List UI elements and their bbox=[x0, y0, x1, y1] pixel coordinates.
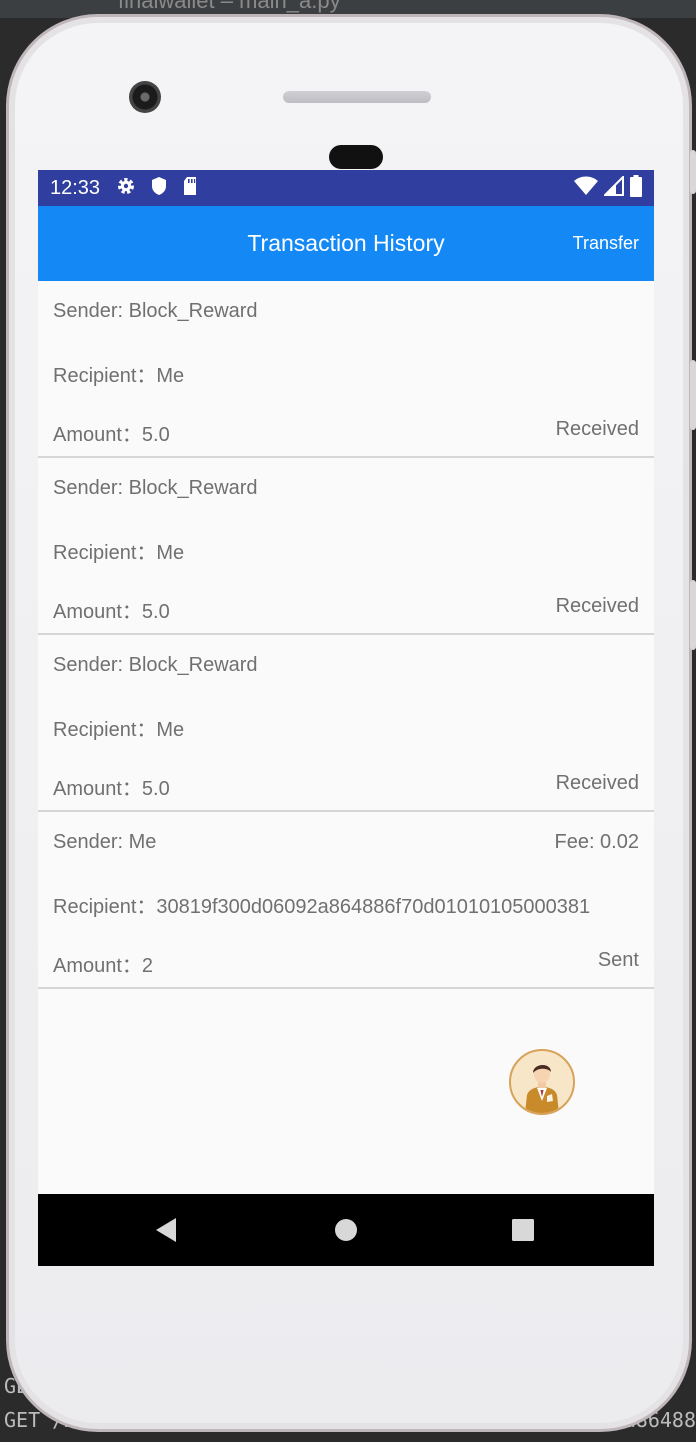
device-side-button bbox=[690, 150, 696, 194]
transaction-item[interactable]: Sender: Block_Reward Recipient：Me Amount… bbox=[38, 281, 654, 458]
transaction-item[interactable]: Sender: Me Fee: 0.02 Recipient：30819f300… bbox=[38, 812, 654, 989]
transaction-sender: Sender: Block_Reward bbox=[53, 654, 258, 676]
transaction-sender: Sender: Block_Reward bbox=[53, 477, 258, 499]
back-icon[interactable] bbox=[150, 1214, 182, 1246]
home-icon[interactable] bbox=[330, 1214, 362, 1246]
transaction-status: Received bbox=[555, 418, 639, 440]
transaction-amount: Amount：5.0 bbox=[53, 424, 170, 446]
status-time: 12:33 bbox=[50, 176, 101, 199]
transaction-amount: Amount：5.0 bbox=[53, 778, 170, 800]
transaction-recipient: Recipient：30819f300d06092a864886f70d0101… bbox=[53, 896, 591, 918]
transaction-recipient: Recipient：Me bbox=[53, 719, 185, 741]
transfer-button[interactable]: Transfer bbox=[573, 233, 639, 254]
app-bar: Transaction History Transfer bbox=[38, 206, 654, 281]
recent-apps-icon[interactable] bbox=[507, 1214, 539, 1246]
transaction-status: Sent bbox=[597, 949, 639, 971]
phone-screen: 12:33 Transaction History Transfer Sende… bbox=[38, 170, 654, 1266]
page-title: Transaction History bbox=[247, 230, 445, 256]
transaction-fee: Fee: 0.02 bbox=[554, 831, 639, 853]
user-avatar-icon bbox=[525, 1064, 559, 1113]
status-bar: 12:33 bbox=[38, 170, 654, 206]
transaction-amount: Amount：2 bbox=[53, 955, 154, 977]
wifi-icon bbox=[574, 176, 598, 201]
transaction-sender: Sender: Me bbox=[53, 831, 157, 853]
signal-icon bbox=[602, 174, 624, 201]
transaction-item[interactable]: Sender: Block_Reward Recipient：Me Amount… bbox=[38, 635, 654, 812]
device-volume-button bbox=[690, 360, 696, 430]
gear-icon bbox=[116, 176, 136, 201]
transaction-recipient: Recipient：Me bbox=[53, 542, 185, 564]
shield-icon bbox=[150, 176, 168, 201]
system-nav-bar bbox=[38, 1194, 654, 1266]
transaction-sender: Sender: Block_Reward bbox=[53, 300, 258, 322]
proximity-sensor bbox=[329, 145, 383, 169]
transaction-recipient: Recipient：Me bbox=[53, 365, 185, 387]
front-camera bbox=[129, 81, 161, 113]
user-avatar-button[interactable] bbox=[509, 1049, 575, 1115]
ide-window-title: finalwallet – main_a.py bbox=[118, 0, 341, 13]
transaction-status: Received bbox=[555, 595, 639, 617]
transaction-list[interactable]: Sender: Block_Reward Recipient：Me Amount… bbox=[38, 281, 654, 989]
transaction-item[interactable]: Sender: Block_Reward Recipient：Me Amount… bbox=[38, 458, 654, 635]
transaction-status: Received bbox=[555, 772, 639, 794]
battery-icon bbox=[630, 174, 642, 202]
sd-card-icon bbox=[182, 176, 198, 201]
device-power-button bbox=[690, 580, 696, 650]
earpiece-speaker bbox=[283, 91, 431, 103]
transaction-amount: Amount：5.0 bbox=[53, 601, 170, 623]
